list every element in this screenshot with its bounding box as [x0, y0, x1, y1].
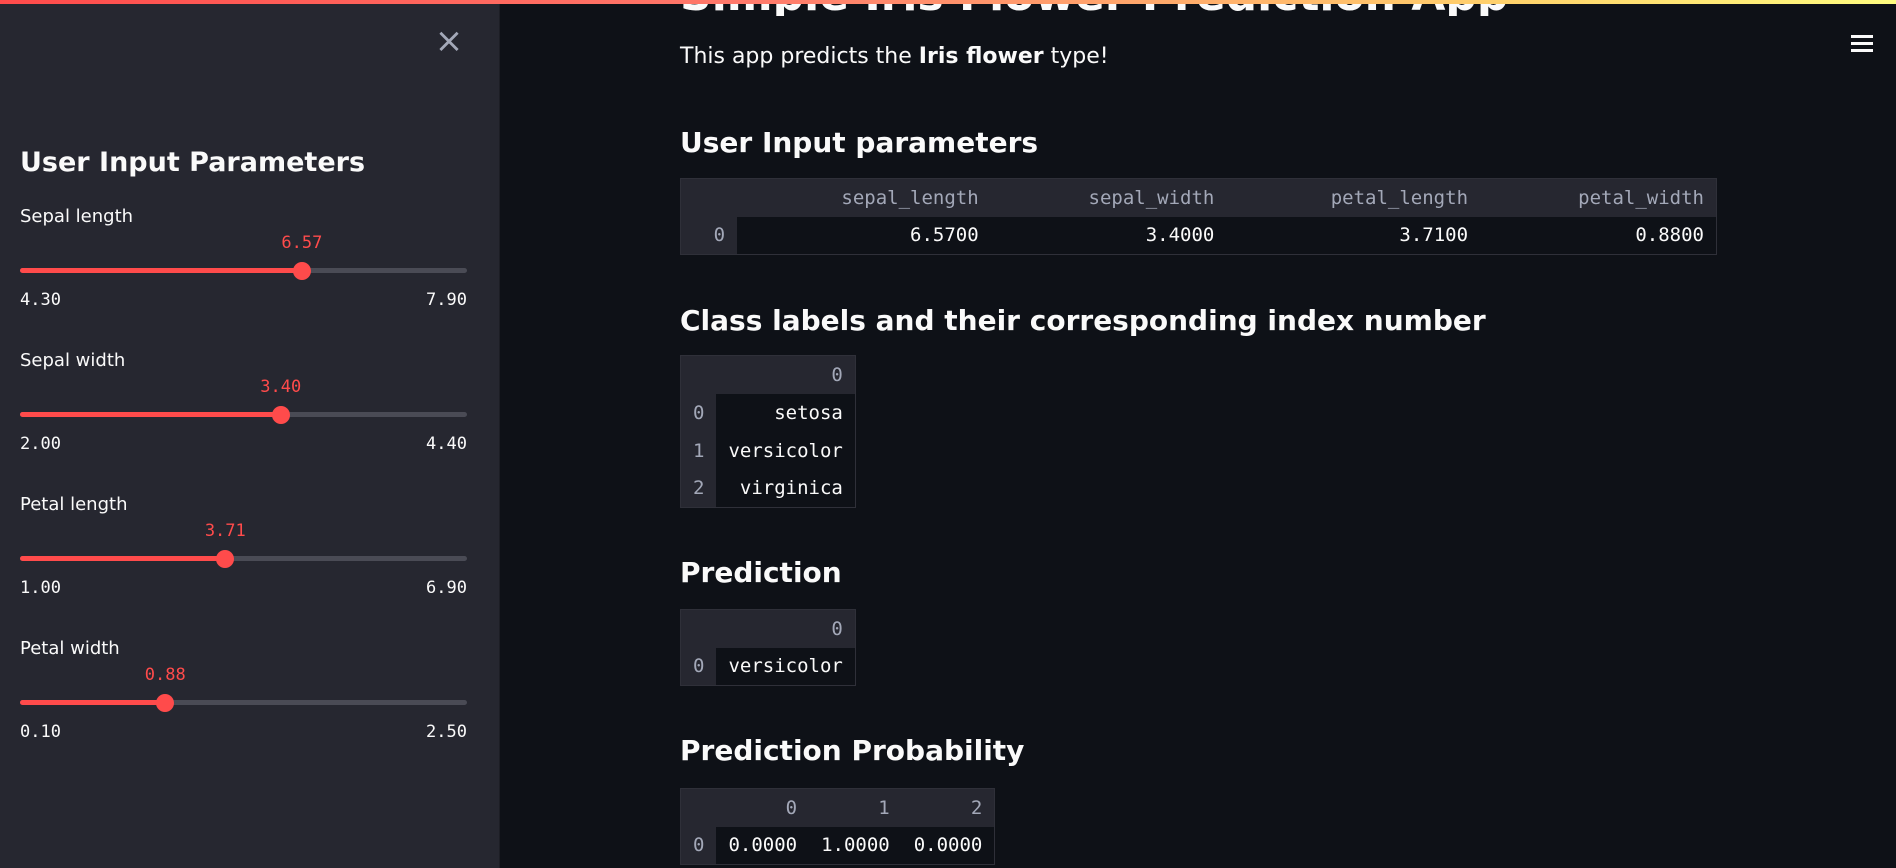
- column-header[interactable]: 0: [716, 355, 856, 394]
- prediction-probability-table: 0 1 2 0 0.0000 1.0000 0.0000: [680, 788, 996, 865]
- row-index: 0: [680, 826, 717, 865]
- table-row: 0 setosa: [680, 393, 856, 432]
- slider-label: Petal width: [20, 638, 120, 659]
- hamburger-menu-icon[interactable]: [1849, 32, 1875, 56]
- prediction-table: 0 0 versicolor: [680, 609, 856, 686]
- intro-text: This app predicts the Iris flower type!: [680, 44, 1109, 69]
- slider-label: Sepal width: [20, 350, 126, 371]
- slider-value: 0.88: [144, 665, 186, 685]
- slider-max: 7.90: [426, 290, 467, 310]
- row-index: 1: [680, 431, 717, 470]
- main-content: Simple Iris Flower Prediction App This a…: [680, 0, 1780, 868]
- slider-max: 6.90: [426, 578, 467, 598]
- column-header[interactable]: [680, 788, 717, 827]
- table-cell: setosa: [716, 393, 856, 432]
- table-row: 0 versicolor: [680, 647, 856, 686]
- intro-text-post: type!: [1043, 44, 1109, 69]
- section-heading-class-labels: Class labels and their corresponding ind…: [680, 304, 1486, 337]
- column-header[interactable]: 2: [901, 788, 995, 827]
- table-cell: versicolor: [716, 431, 856, 470]
- slider-min: 4.30: [20, 290, 61, 310]
- column-header[interactable]: 1: [809, 788, 902, 827]
- table-row: 2 virginica: [680, 469, 856, 508]
- slider-min: 0.10: [20, 722, 61, 742]
- table-row: 1 versicolor: [680, 431, 856, 470]
- intro-text-bold: Iris flower: [918, 44, 1044, 69]
- column-header[interactable]: [680, 609, 717, 648]
- row-index: 0: [680, 647, 717, 686]
- table-cell: 6.5700: [737, 216, 991, 255]
- table-row: 0 0.0000 1.0000 0.0000: [680, 826, 995, 865]
- slider-max: 4.40: [426, 434, 467, 454]
- slider-label: Sepal length: [20, 206, 134, 227]
- slider-value: 6.57: [281, 233, 323, 253]
- slider-petal-width[interactable]: Petal width 0.88 0.10 2.50: [20, 638, 467, 748]
- column-header[interactable]: petal_width: [1480, 178, 1717, 217]
- slider-fill: [20, 556, 226, 561]
- user-input-table: sepal_length sepal_width petal_length petal…: [680, 178, 1717, 255]
- row-index: 2: [680, 469, 717, 508]
- intro-text-pre: This app predicts the: [680, 44, 919, 69]
- column-header[interactable]: petal_length: [1226, 178, 1481, 217]
- table-cell: versicolor: [716, 647, 856, 686]
- slider-value: 3.71: [204, 521, 246, 541]
- slider-thumb[interactable]: [216, 550, 235, 568]
- slider-track[interactable]: [20, 406, 467, 424]
- slider-thumb[interactable]: [271, 406, 290, 424]
- slider-max: 2.50: [426, 722, 467, 742]
- close-icon[interactable]: ×: [434, 24, 464, 58]
- table-cell: 0.8800: [1480, 216, 1717, 255]
- section-heading-user-input: User Input parameters: [680, 126, 1039, 159]
- slider-thumb[interactable]: [156, 694, 175, 712]
- table-row: 0 6.5700 3.4000 3.7100 0.8800: [680, 216, 1717, 255]
- column-header[interactable]: [680, 178, 738, 217]
- slider-sepal-length[interactable]: Sepal length 6.57 4.30 7.90: [20, 206, 467, 316]
- table-cell: 3.7100: [1226, 216, 1481, 255]
- row-index: 0: [680, 216, 738, 255]
- slider-min: 2.00: [20, 434, 61, 454]
- slider-fill: [20, 412, 281, 417]
- slider-fill: [20, 700, 166, 705]
- sidebar-title: User Input Parameters: [20, 147, 366, 178]
- slider-value: 3.40: [260, 377, 302, 397]
- sidebar: × User Input Parameters Sepal length 6.5…: [0, 0, 500, 868]
- section-heading-prediction-probability: Prediction Probability: [680, 734, 1025, 767]
- row-index: 0: [680, 393, 717, 432]
- slider-thumb[interactable]: [292, 262, 311, 280]
- table-cell: 0.0000: [716, 826, 810, 865]
- slider-track[interactable]: [20, 694, 467, 712]
- class-labels-table: 0 0 setosa 1 versicolor 2 virginica: [680, 355, 856, 508]
- slider-fill: [20, 268, 302, 273]
- section-heading-prediction: Prediction: [680, 556, 842, 589]
- slider-min: 1.00: [20, 578, 61, 598]
- slider-track[interactable]: [20, 550, 467, 568]
- column-header[interactable]: 0: [716, 788, 810, 827]
- slider-petal-length[interactable]: Petal length 3.71 1.00 6.90: [20, 494, 467, 604]
- slider-label: Petal length: [20, 494, 128, 515]
- table-cell: 1.0000: [809, 826, 902, 865]
- column-header[interactable]: sepal_width: [990, 178, 1227, 217]
- column-header[interactable]: sepal_length: [737, 178, 991, 217]
- column-header[interactable]: 0: [716, 609, 856, 648]
- table-cell: virginica: [716, 469, 856, 508]
- column-header[interactable]: [680, 355, 717, 394]
- slider-sepal-width[interactable]: Sepal width 3.40 2.00 4.40: [20, 350, 467, 460]
- table-cell: 0.0000: [901, 826, 995, 865]
- slider-track[interactable]: [20, 262, 467, 280]
- top-decoration-bar: [0, 0, 1896, 4]
- table-cell: 3.4000: [990, 216, 1227, 255]
